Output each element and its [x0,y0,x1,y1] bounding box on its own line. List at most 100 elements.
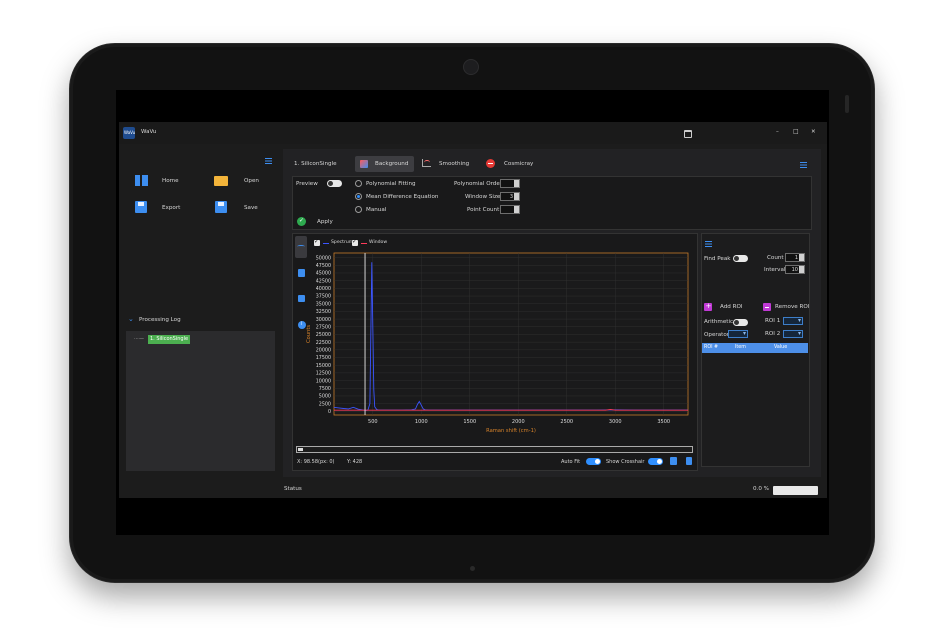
background-icon [360,160,368,168]
radio-polynomial-fitting[interactable] [355,180,362,187]
y-tick-label: 42500 [316,278,331,284]
y-tick-label: 0 [328,409,331,415]
arithmetic-label: Arithmetic [704,319,734,325]
home-button[interactable]: Home [133,174,193,188]
folder-icon [214,176,228,186]
spectrum-swatch-icon [323,243,329,244]
image-icon[interactable] [298,295,305,302]
coord-x-readout: X: 98.58(px: 0) [297,459,335,465]
arithmetic-toggle[interactable] [733,319,748,326]
spectrum-chart[interactable]: 500 1000 1500 2000 2500 3000 35000250050007500… [305,250,695,442]
plot-area [333,252,689,416]
roi2-select[interactable] [783,330,803,338]
find-peak-toggle[interactable] [733,255,748,262]
y-tick-label: 22500 [316,340,331,346]
processing-log-title: Processing Log [139,317,181,323]
coord-y-readout: Y: 428 [347,459,363,465]
roi-col-header: ROI # [704,345,719,350]
check-circle-icon: ✓ [297,217,306,226]
save-file-icon[interactable] [686,457,692,465]
y-tick-label: 50000 [316,255,331,261]
auto-fit-toggle[interactable] [586,458,601,465]
scrollbar-thumb[interactable] [298,448,303,451]
radio-mean-difference-label: Mean Difference Equation [366,194,439,200]
home-sensor [470,566,475,571]
y-tick-label: 45000 [316,271,331,277]
x-tick-label: 2000 [512,419,525,425]
open-button[interactable]: Open [213,174,273,188]
roi-menu-icon[interactable] [705,241,712,247]
y-tick-label: 5000 [319,394,331,400]
x-tick-label: 1000 [415,419,428,425]
main-menu-icon[interactable] [800,162,807,168]
y-tick-label: 20000 [316,348,331,354]
y-axis-label: Counts [306,325,312,343]
plot-scrollbar[interactable] [296,446,693,453]
tab-background-label: Background [375,161,409,167]
smoothing-wave-icon [422,159,431,167]
add-roi-button[interactable]: + Add ROI [704,303,748,312]
legend-spectrum[interactable]: ✓ Spectrum [314,239,354,248]
save-button[interactable]: Save [213,201,273,215]
calendar-icon[interactable] [684,130,692,138]
y-tick-label: 35000 [316,301,331,307]
tab-background[interactable]: Background [355,156,414,172]
preview-toggle[interactable] [327,180,342,187]
file-label: 1. SiliconSingle [294,161,337,167]
remove-roi-button[interactable]: Remove ROI [763,303,809,312]
tab-cosmicray[interactable]: Cosmicray [485,156,541,172]
y-tick-label: 10000 [316,378,331,384]
spectrum-checkbox[interactable]: ✓ [314,239,320,246]
window-title: WaVu [141,129,157,135]
export-button[interactable]: Export [133,201,193,215]
polynomial-order-stepper[interactable] [500,179,520,188]
sidebar-menu-icon[interactable] [265,158,272,164]
point-count-stepper[interactable] [500,205,520,214]
interval-stepper[interactable]: 10 [785,265,805,274]
remove-square-icon [763,303,771,311]
find-peak-label: Find Peak [704,256,731,262]
export-image-icon[interactable] [670,457,677,465]
minimize-button[interactable]: – [776,129,779,136]
cosmicray-remove-icon [486,159,495,168]
layers-icon[interactable] [298,269,305,277]
value-col-header: Value [774,345,788,350]
y-tick-label: 40000 [316,286,331,292]
count-stepper[interactable]: 1 [785,253,805,262]
x-axis-label: Raman shift (cm-1) [486,428,536,434]
legend-window[interactable]: ✓ Window [352,239,392,248]
radio-polynomial-fitting-label: Polynomial Fitting [366,181,416,187]
y-tick-label: 7500 [319,386,331,392]
tab-smoothing[interactable]: Smoothing [421,156,477,172]
side-button [845,95,849,113]
radio-mean-difference[interactable] [355,193,362,200]
y-tick-label: 15000 [316,363,331,369]
apply-button[interactable]: ✓ Apply [297,217,337,228]
add-roi-label: Add ROI [720,304,743,310]
operator-select[interactable] [728,330,748,338]
auto-fit-label: Auto Fit [561,459,581,465]
home-label: Home [162,178,179,184]
x-tick-label: 3500 [657,419,670,425]
maximize-button[interactable]: □ [793,129,799,135]
add-square-icon: + [704,302,712,311]
y-tick-label: 2500 [319,401,331,407]
log-item[interactable]: ⋯— 1. SiliconSingle [134,335,194,344]
close-button[interactable]: ✕ [811,129,816,136]
processing-log-panel: ⋯— 1. SiliconSingle [126,331,275,471]
legend-spectrum-label: Spectrum [331,240,354,245]
roi1-select[interactable] [783,317,803,325]
app-logo-icon: WaVu [123,127,135,139]
home-grid-icon [135,175,148,186]
processing-log-header[interactable]: ⌄ Processing Log [128,316,208,326]
window-size-stepper[interactable]: 3 [500,192,520,201]
count-label: Count [767,255,784,261]
show-crosshair-toggle[interactable] [648,458,663,465]
tab-smoothing-label: Smoothing [439,161,470,167]
x-tick-label: 1500 [463,419,476,425]
y-tick-label: 25000 [316,332,331,338]
radio-manual[interactable] [355,206,362,213]
window-checkbox[interactable]: ✓ [352,239,358,246]
show-crosshair-label: Show Crosshair [606,459,645,465]
roi2-label: ROI 2 [765,331,781,337]
